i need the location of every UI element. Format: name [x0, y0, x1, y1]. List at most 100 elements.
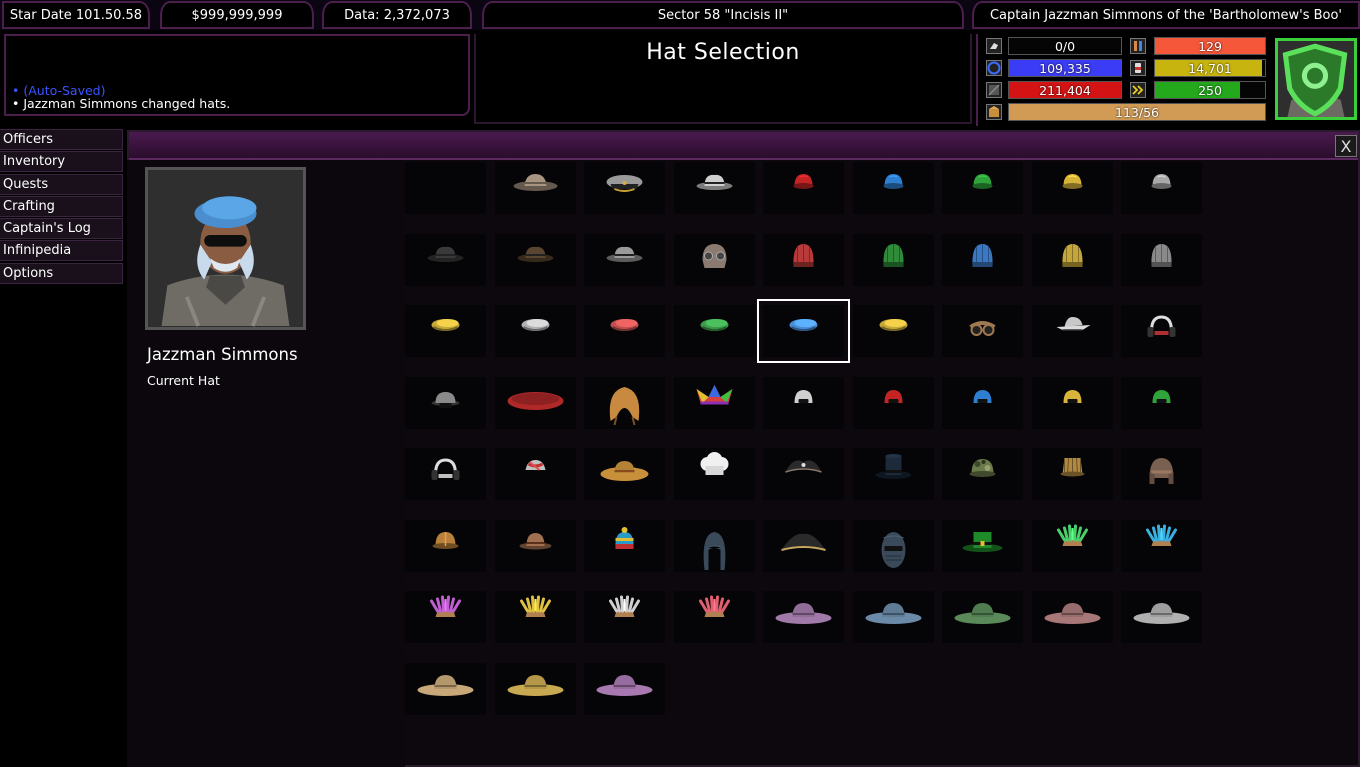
hat-slot-chef[interactable]	[674, 448, 755, 500]
hat-slot-bowler[interactable]	[495, 520, 576, 572]
helmet-hat-icon	[405, 520, 486, 572]
hat-slot-headset[interactable]	[1121, 305, 1202, 357]
captain-portrait[interactable]	[1275, 38, 1357, 120]
hat-slot-widebrim[interactable]	[584, 663, 665, 715]
hat-slot-bucket[interactable]	[1032, 448, 1113, 500]
hat-slot-sunhat[interactable]	[584, 448, 665, 500]
fuel-value: 14,701	[1155, 60, 1265, 76]
hat-slot-pirate[interactable]	[763, 448, 844, 500]
menu-item-inventory[interactable]: Inventory	[0, 151, 123, 172]
menu-item-infinipedia[interactable]: Infinipedia	[0, 240, 123, 261]
hat-slot-beanie[interactable]	[1032, 234, 1113, 286]
hat-slot-bicorne[interactable]	[763, 520, 844, 572]
research-bar: 129	[1154, 37, 1266, 55]
hat-slot-cap[interactable]	[942, 162, 1023, 214]
menu-item-officers[interactable]: Officers	[0, 129, 123, 150]
beret-hat-icon	[763, 305, 844, 357]
hat-slot-cap[interactable]	[1121, 162, 1202, 214]
shield-bar: 109,335	[1008, 59, 1122, 77]
hat-slot-goggles[interactable]	[942, 305, 1023, 357]
hat-slot-wide-beret[interactable]	[495, 377, 576, 429]
cowboy-hat-icon	[495, 162, 576, 214]
hat-slot-helmet[interactable]	[405, 520, 486, 572]
hat-slot-beanie[interactable]	[1121, 234, 1202, 286]
hat-slot-feather[interactable]	[405, 591, 486, 643]
goggles-hat-icon	[942, 305, 1023, 357]
hat-slot-leprechaun[interactable]	[942, 520, 1023, 572]
hat-slot-feather[interactable]	[495, 591, 576, 643]
cap-hat-icon	[763, 162, 844, 214]
hat-slot-widebrim[interactable]	[1121, 591, 1202, 643]
sunhat-hat-icon	[584, 448, 665, 500]
hat-slot-beret[interactable]	[763, 305, 844, 357]
hat-slot-backcap[interactable]	[1121, 377, 1202, 429]
hat-slot-backcap[interactable]	[763, 377, 844, 429]
hat-slot-cap[interactable]	[853, 162, 934, 214]
hat-slot-visor[interactable]	[1032, 305, 1113, 357]
balaclava-hat-icon	[674, 520, 755, 572]
hat-slot-empty[interactable]	[405, 162, 486, 214]
hat-slot-beret[interactable]	[853, 305, 934, 357]
hat-slot-widebrim[interactable]	[405, 663, 486, 715]
menu-item-quests[interactable]: Quests	[0, 174, 123, 195]
mask-hat-icon	[853, 520, 934, 572]
hat-slot-fedora[interactable]	[674, 162, 755, 214]
window-title-bar: X	[129, 132, 1358, 160]
hat-slot-widebrim[interactable]	[853, 591, 934, 643]
hat-slot-bowl[interactable]	[405, 377, 486, 429]
hat-slot-beanie[interactable]	[763, 234, 844, 286]
widebrim-hat-icon	[405, 663, 486, 715]
hat-slot-beret[interactable]	[495, 305, 576, 357]
menu-item-captains-log[interactable]: Captain's Log	[0, 218, 123, 239]
close-button[interactable]: X	[1335, 135, 1357, 157]
hat-slot-captain[interactable]	[584, 162, 665, 214]
hat-slot-mask[interactable]	[853, 520, 934, 572]
hat-slot-pompom[interactable]	[584, 520, 665, 572]
hat-slot-beanie[interactable]	[942, 234, 1023, 286]
hat-slot-feather[interactable]	[1121, 520, 1202, 572]
hat-slot-furcap[interactable]	[1121, 448, 1202, 500]
hat-slot-widebrim[interactable]	[942, 591, 1023, 643]
hat-slot-aviator[interactable]	[674, 234, 755, 286]
hat-slot-cap[interactable]	[763, 162, 844, 214]
menu-item-crafting[interactable]: Crafting	[0, 196, 123, 217]
page-title: Hat Selection	[476, 40, 970, 65]
log-line-message: • Jazzman Simmons changed hats.	[12, 97, 462, 110]
hat-slot-backcap[interactable]	[853, 377, 934, 429]
hat-slot-backcap[interactable]	[942, 377, 1023, 429]
message-log: • (Auto-Saved) • Jazzman Simmons changed…	[4, 34, 470, 116]
hat-slot-widebrim[interactable]	[763, 591, 844, 643]
hat-slot-fedora[interactable]	[584, 234, 665, 286]
hat-slot-widebrim[interactable]	[495, 663, 576, 715]
chef-hat-icon	[674, 448, 755, 500]
hull-bar: 211,404	[1008, 81, 1122, 99]
research-value: 129	[1155, 38, 1265, 54]
beret-hat-icon	[853, 305, 934, 357]
cap-hat-icon	[942, 162, 1023, 214]
hat-slot-cap[interactable]	[1032, 162, 1113, 214]
hat-slot-beret[interactable]	[405, 305, 486, 357]
beanie-hat-icon	[1121, 234, 1202, 286]
hat-slot-feather[interactable]	[674, 591, 755, 643]
hat-slot-fedora[interactable]	[405, 234, 486, 286]
hat-slot-hood[interactable]	[584, 377, 665, 429]
hat-slot-balaclava[interactable]	[674, 520, 755, 572]
hat-slot-camo[interactable]	[942, 448, 1023, 500]
hat-slot-bandana[interactable]	[495, 448, 576, 500]
hat-slot-beanie[interactable]	[853, 234, 934, 286]
hat-slot-cowboy[interactable]	[495, 162, 576, 214]
feather-hat-icon	[1032, 520, 1113, 572]
menu-item-options[interactable]: Options	[0, 263, 123, 284]
hat-slot-widebrim[interactable]	[1032, 591, 1113, 643]
hat-slot-tophat[interactable]	[853, 448, 934, 500]
hat-slot-headset[interactable]	[405, 448, 486, 500]
hat-slot-feather[interactable]	[1032, 520, 1113, 572]
hat-slot-jester[interactable]	[674, 377, 755, 429]
hat-slot-fedora[interactable]	[495, 234, 576, 286]
hat-slot-backcap[interactable]	[1032, 377, 1113, 429]
hat-slot-beret[interactable]	[674, 305, 755, 357]
bowl-hat-icon	[405, 377, 486, 429]
hat-slot-beret[interactable]	[584, 305, 665, 357]
hat-slot-feather[interactable]	[584, 591, 665, 643]
widebrim-hat-icon	[942, 591, 1023, 643]
